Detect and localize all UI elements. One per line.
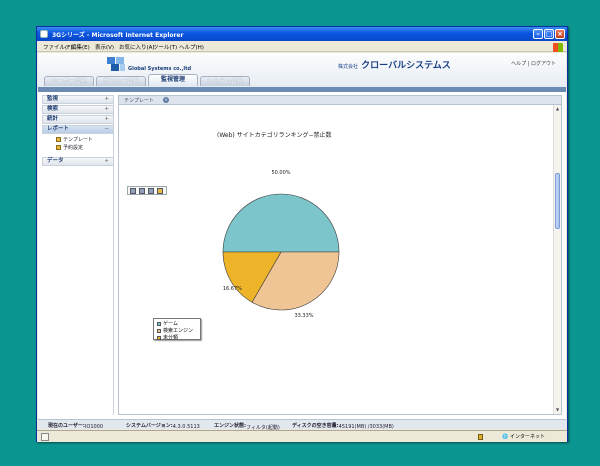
tab-system-management[interactable]: システム管理 [200, 76, 250, 86]
template-icon [56, 137, 61, 142]
legend-swatch [157, 336, 161, 340]
sidebar-subitem-template[interactable]: テンプレート [56, 136, 93, 143]
company-name: 株式会社 クローバルシステムス [338, 58, 451, 71]
expand-icon: + [104, 96, 109, 102]
menu-bar: ファイル(F) 編集(E) 表示(V) お気に入り(A) ツール(T) ヘルプ(… [37, 41, 567, 52]
minimize-button[interactable]: – [533, 29, 543, 39]
title-bar: 3Gシリーズ - Microsoft Internet Explorer – □… [37, 27, 567, 41]
collapse-icon: − [104, 126, 109, 132]
maximize-button[interactable]: □ [544, 29, 554, 39]
sidebar-item-label: 検索 [47, 106, 59, 112]
legend-item-game: ゲーム [157, 320, 178, 327]
expand-icon: + [104, 158, 109, 164]
scroll-down-icon[interactable]: ▼ [555, 407, 560, 413]
browser-window: 3Gシリーズ - Microsoft Internet Explorer – □… [36, 26, 568, 442]
sidebar: 監視 + 検索 + 統計 + レポート − テンプレート 予約設定 データ + [42, 95, 114, 415]
sidebar-item-data[interactable]: データ + [42, 157, 114, 166]
menu-file[interactable]: ファイル(F) [43, 43, 72, 51]
menu-help[interactable]: ヘルプ(H) [179, 43, 204, 51]
company-name-text: クローバルシステムス [361, 61, 451, 71]
windows-logo-icon [553, 43, 563, 52]
window-title: 3Gシリーズ - Microsoft Internet Explorer [52, 32, 184, 39]
sidebar-item-search[interactable]: 検索 + [42, 105, 114, 114]
scrollbar-thumb[interactable] [555, 173, 560, 229]
menu-edit[interactable]: 編集(E) [71, 43, 90, 51]
app-status-bar: 現在のユーザー: IO1000 システムバージョン: 4.3.0.5113 エン… [38, 419, 566, 431]
vertical-scrollbar[interactable]: ▲ ▼ [553, 105, 561, 414]
disk-status: ディスクの空き容量: 45191(MB) /3033(MB) [292, 422, 394, 430]
sidebar-item-label: データ [47, 158, 64, 164]
disk-label: ディスクの空き容量: [292, 423, 339, 429]
sidebar-item-label: 統計 [47, 116, 59, 122]
menu-view[interactable]: 表示(V) [95, 43, 114, 51]
menu-tools[interactable]: ツール(T) [153, 43, 177, 51]
pie-value-label: 50.00% [271, 170, 290, 176]
legend-swatch [157, 329, 161, 333]
sidebar-item-report[interactable]: レポート − [42, 125, 114, 134]
tab-policy-management[interactable]: ポリシー管理 [96, 76, 146, 86]
current-user-label: 現在のユーザー: [48, 423, 85, 429]
logo-text: Global Systems co.,ltd [128, 66, 192, 72]
app-icon [40, 30, 48, 38]
schedule-icon [56, 145, 61, 150]
version-label: システムバージョン: [126, 423, 173, 429]
legend-item-search-engine: 検索エンジン [157, 327, 193, 334]
legend-label: 未分類 [163, 335, 179, 341]
close-button[interactable]: × [555, 29, 565, 39]
engine-status: エンジン状態: フィルタ(起動) [214, 422, 280, 431]
tab-user-management[interactable]: ユーザー管理 [44, 76, 94, 86]
sidebar-subitem-label: テンプレート [63, 137, 93, 143]
pie-slice-0 [222, 193, 340, 253]
pie-chart: 50.00% 33.33% 16.67% [222, 170, 340, 319]
sidebar-subitem-schedule[interactable]: 予約設定 [56, 144, 83, 151]
expand-icon: + [104, 116, 109, 122]
sidebar-item-statistics[interactable]: 統計 + [42, 115, 114, 124]
app-header: Global Systems co.,ltd 株式会社 クローバルシステムス ユ… [38, 53, 566, 87]
tab-monitoring-management[interactable]: 監視管理 [148, 74, 198, 86]
sidebar-item-label: 監視 [47, 96, 59, 102]
help-logout-link[interactable]: ヘルプ | ログアウト [511, 60, 556, 67]
security-zone: 🌐 インターネット [502, 434, 545, 440]
legend-item-uncategorized: 未分類 [157, 334, 178, 341]
lock-icon [478, 434, 483, 440]
main-tabs: ユーザー管理 ポリシー管理 監視管理 システム管理 [38, 73, 566, 87]
sidebar-item-monitoring[interactable]: 監視 + [42, 95, 114, 104]
current-user-status: 現在のユーザー: IO1000 [48, 422, 103, 430]
security-zone-text: インターネット [509, 434, 545, 440]
page-icon [41, 433, 49, 441]
report-panel: テンプレート × (Web) サイトカテゴリランキング−禁止数 50.00% 33… [118, 95, 562, 415]
pie-value-label: 33.33% [294, 313, 313, 319]
engine-label: エンジン状態: [214, 423, 247, 429]
browser-status-bar: 🌐 インターネット [37, 430, 567, 442]
company-logo-icon [107, 57, 125, 71]
sidebar-subitem-label: 予約設定 [63, 145, 84, 151]
page-content: Global Systems co.,ltd 株式会社 クローバルシステムス ユ… [38, 53, 566, 429]
menu-favorites[interactable]: お気に入り(A) [119, 43, 155, 51]
company-prefix: 株式会社 [338, 64, 359, 70]
pie-value-label: 16.67% [223, 286, 242, 292]
chart-legend: ゲーム 検索エンジン 未分類 [153, 318, 201, 341]
legend-swatch [157, 322, 161, 326]
scroll-up-icon[interactable]: ▲ [555, 106, 560, 112]
expand-icon: + [104, 106, 109, 112]
sidebar-item-label: レポート [47, 126, 70, 132]
header-divider [38, 87, 566, 92]
version-status: システムバージョン: 4.3.0.5113 [126, 422, 200, 430]
